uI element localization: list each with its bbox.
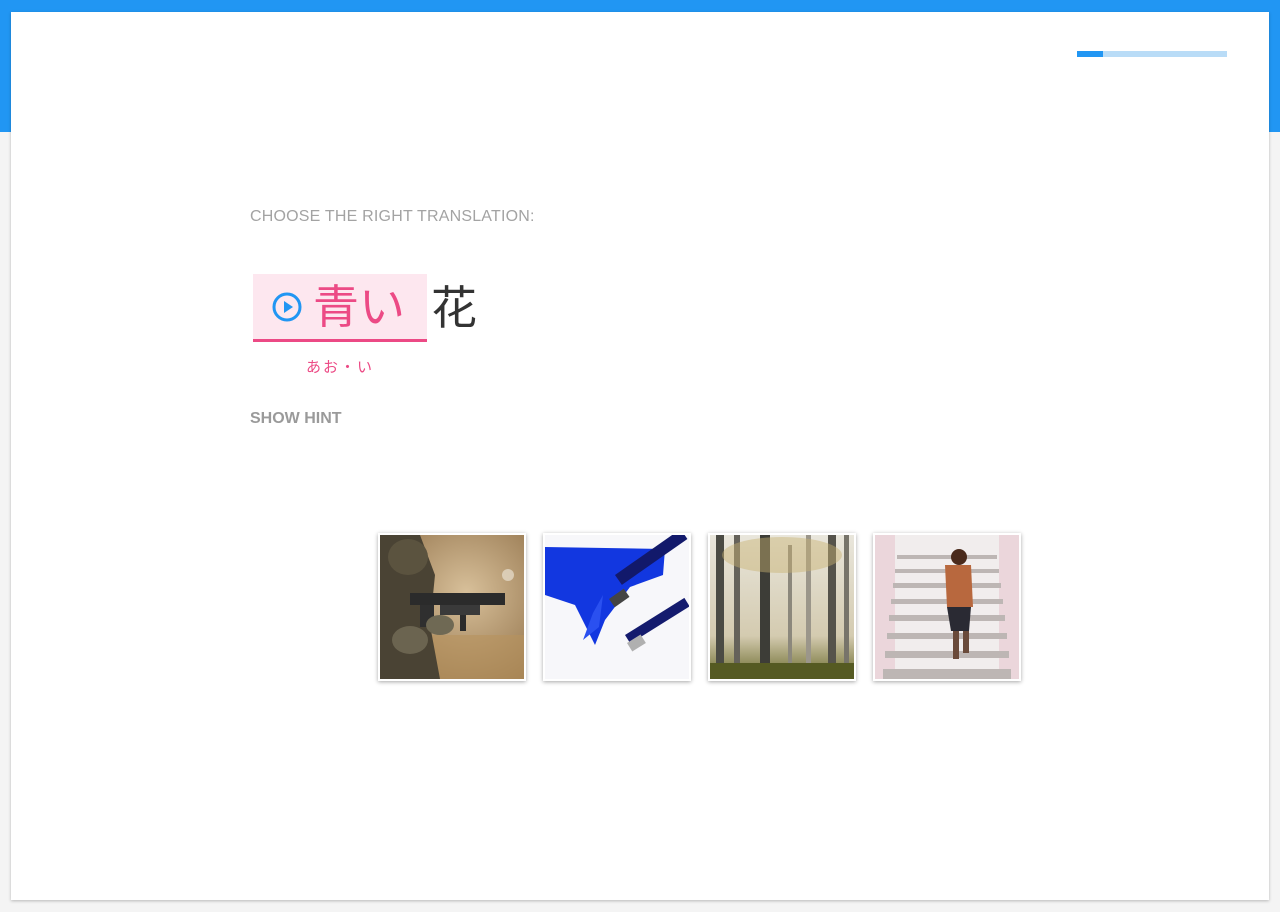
lesson-card: CHOOSE THE RIGHT TRANSLATION: 青い 花 あお・い … [11,12,1269,900]
boy-climbing-stairs-photo [875,535,1019,679]
instruction-text: CHOOSE THE RIGHT TRANSLATION: [250,208,535,225]
answer-option-soldier[interactable] [378,533,526,681]
soldier-with-rifle-photo [380,535,524,679]
word-reading: あお・い [305,358,374,376]
highlighted-word-audio-button[interactable]: 青い [253,274,427,342]
lesson-progress-fill [1077,51,1103,57]
answer-option-stairs[interactable] [873,533,1021,681]
blue-paint-brushes-photo [545,535,689,679]
highlighted-word: 青い [313,279,405,334]
lesson-progress-bar [1077,51,1227,57]
foggy-forest-photo [710,535,854,679]
show-hint-button[interactable]: SHOW HINT [250,410,342,428]
answer-options [378,533,1021,681]
phrase-remainder: 花 [431,281,477,335]
answer-option-blue-paint[interactable] [543,533,691,681]
prompt-phrase: 青い 花 [253,274,477,346]
answer-option-forest[interactable] [708,533,856,681]
play-circle-icon [271,291,303,323]
